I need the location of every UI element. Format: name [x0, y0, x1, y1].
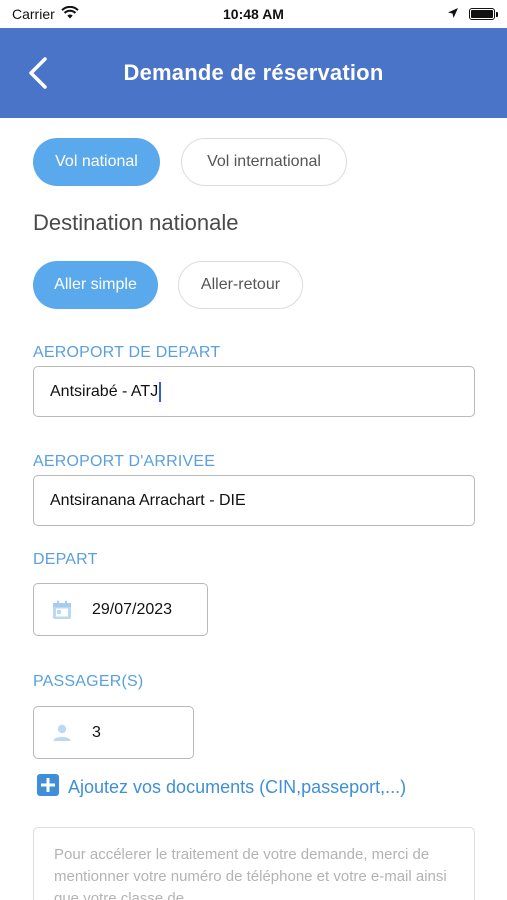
location-arrow-icon — [447, 6, 459, 22]
carrier-label: Carrier — [12, 6, 55, 22]
app-header: Demande de réservation — [0, 28, 507, 118]
tab-vol-international[interactable]: Vol international — [181, 138, 347, 186]
battery-icon — [469, 8, 498, 20]
person-icon — [50, 721, 74, 745]
form-content: Vol national Vol international Destinati… — [0, 118, 507, 900]
section-title: Destination nationale — [33, 210, 239, 235]
notes-placeholder: Pour accélerer le traitement de votre de… — [54, 846, 447, 900]
calendar-icon — [50, 598, 74, 622]
add-documents-label: Ajoutez vos documents (CIN,passeport,...… — [68, 777, 407, 797]
wifi-icon — [61, 5, 79, 22]
status-right — [447, 6, 498, 22]
arrival-airport-field[interactable]: Antsiranana Arrachart - DIE — [33, 475, 475, 526]
departure-date-field[interactable]: 29/07/2023 — [33, 583, 208, 636]
passengers-value: 3 — [92, 723, 101, 741]
status-bar: Carrier 10:48 AM — [0, 0, 507, 28]
departure-date-value: 29/07/2023 — [92, 600, 173, 618]
status-left: Carrier — [12, 5, 79, 22]
back-button[interactable] — [18, 52, 58, 94]
tab-vol-national[interactable]: Vol national — [33, 138, 160, 186]
departure-date-label: DEPART — [33, 551, 98, 568]
departure-airport-value: Antsirabé - ATJ — [50, 382, 159, 400]
tab-aller-simple[interactable]: Aller simple — [33, 261, 158, 309]
plus-square-icon — [36, 773, 60, 802]
chevron-left-icon — [29, 57, 47, 89]
passengers-field[interactable]: 3 — [33, 706, 194, 759]
add-documents-button[interactable]: Ajoutez vos documents (CIN,passeport,...… — [36, 773, 406, 802]
departure-airport-field[interactable]: Antsirabé - ATJ — [33, 366, 475, 417]
text-cursor — [159, 381, 162, 402]
arrival-airport-value: Antsiranana Arrachart - DIE — [50, 491, 246, 509]
arrival-airport-label: AEROPORT D'ARRIVEE — [33, 453, 216, 470]
notes-textarea[interactable]: Pour accélerer le traitement de votre de… — [33, 827, 475, 900]
tab-aller-retour[interactable]: Aller-retour — [178, 261, 303, 309]
passengers-label: PASSAGER(S) — [33, 673, 144, 690]
page-title: Demande de réservation — [123, 60, 384, 85]
battery-fill — [471, 10, 493, 18]
departure-airport-label: AEROPORT DE DEPART — [33, 344, 221, 361]
